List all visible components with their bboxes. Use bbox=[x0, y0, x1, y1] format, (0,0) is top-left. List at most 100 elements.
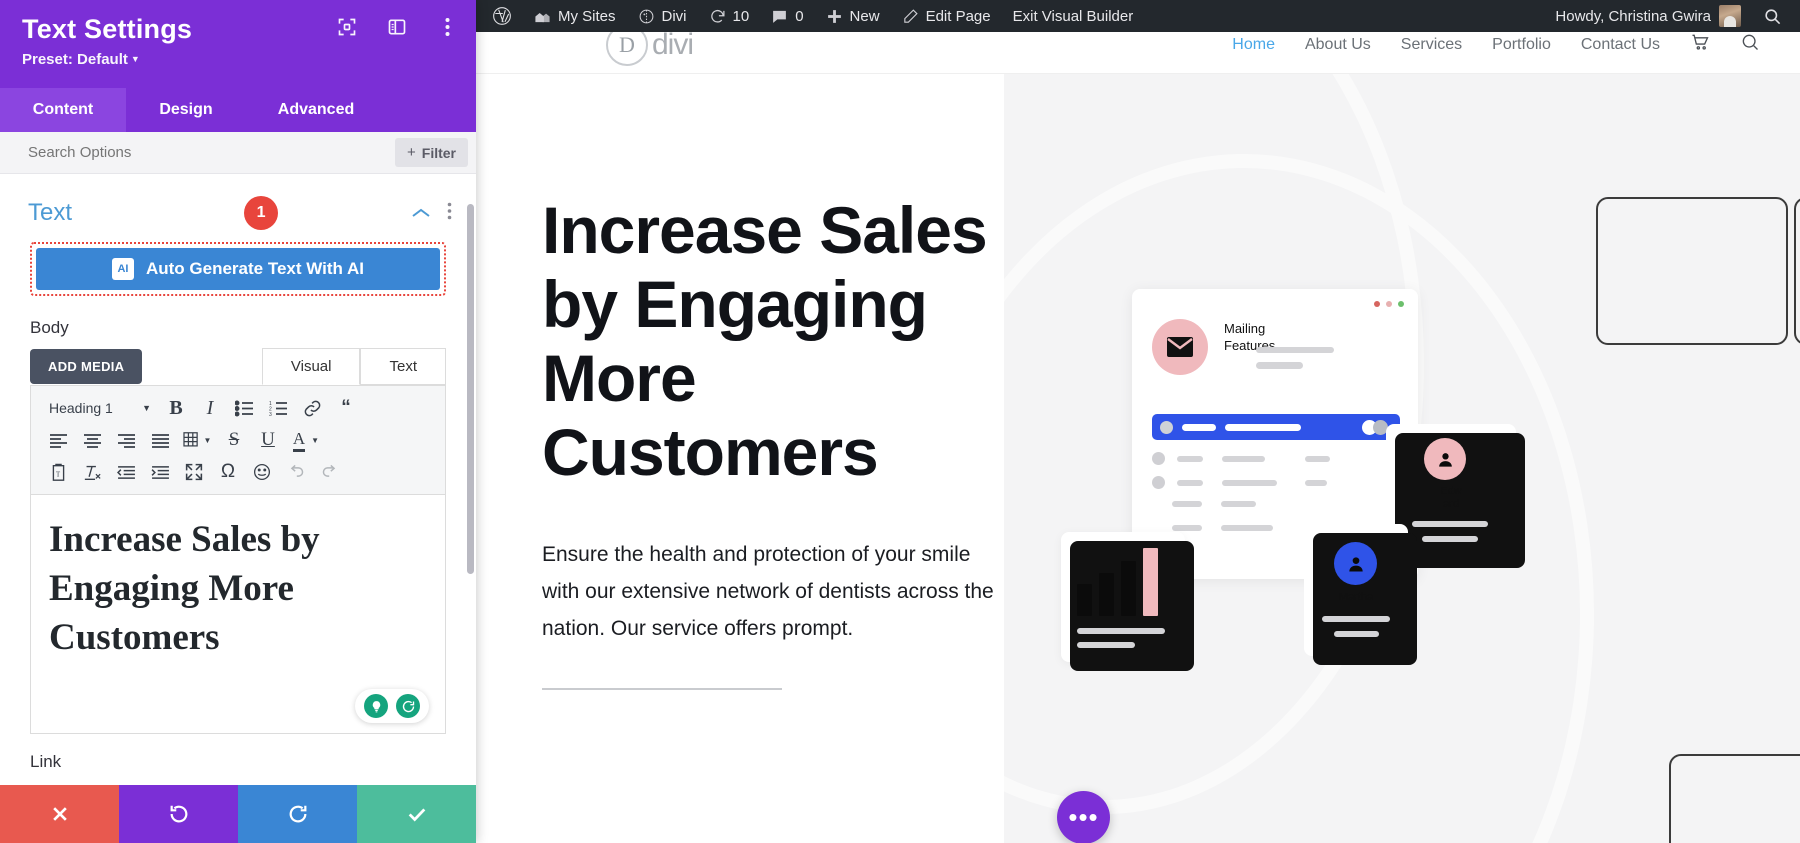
clear-formatting-icon[interactable] bbox=[75, 457, 109, 487]
chevron-down-icon: ▼ bbox=[131, 54, 140, 64]
toolbar-row-2: ▼ S U A ▼ bbox=[41, 424, 441, 456]
list-row bbox=[1152, 476, 1327, 489]
plus-icon: + bbox=[407, 144, 416, 161]
redo-icon[interactable] bbox=[313, 457, 347, 487]
admin-bar-exit-visual-builder[interactable]: Exit Visual Builder bbox=[1002, 0, 1145, 32]
nav-item-home[interactable]: Home bbox=[1232, 36, 1275, 54]
underline-icon[interactable]: U bbox=[251, 425, 285, 455]
window-dots bbox=[1374, 301, 1404, 307]
align-center-icon[interactable] bbox=[75, 425, 109, 455]
skeleton-line bbox=[1322, 616, 1390, 622]
skeleton-line bbox=[1077, 642, 1135, 648]
settings-tabs: Content Design Advanced bbox=[0, 88, 476, 132]
panel-layout-icon[interactable] bbox=[386, 16, 408, 38]
bulleted-list-icon[interactable] bbox=[227, 393, 261, 423]
admin-bar-divi[interactable]: Divi bbox=[627, 0, 698, 32]
search-icon[interactable] bbox=[1740, 32, 1760, 57]
nav-links: Home About Us Services Portfolio Contact… bbox=[1232, 32, 1760, 57]
cancel-button[interactable] bbox=[0, 785, 119, 843]
scrollbar[interactable] bbox=[467, 204, 474, 574]
auto-generate-text-with-ai-button[interactable]: AI Auto Generate Text With AI bbox=[36, 248, 440, 290]
fullscreen-icon[interactable] bbox=[177, 457, 211, 487]
undo-button[interactable] bbox=[119, 785, 238, 843]
bold-icon[interactable]: B bbox=[159, 393, 193, 423]
italic-icon[interactable]: I bbox=[193, 393, 227, 423]
align-left-icon[interactable] bbox=[41, 425, 75, 455]
rich-text-editor-content[interactable]: Increase Sales by Engaging More Customer… bbox=[30, 494, 446, 734]
paste-as-text-icon[interactable]: T bbox=[41, 457, 75, 487]
admin-bar-new-label: New bbox=[850, 8, 880, 25]
admin-bar-howdy-label: Howdy, Christina Gwira bbox=[1555, 8, 1711, 25]
outdent-icon[interactable] bbox=[109, 457, 143, 487]
tab-text[interactable]: Text bbox=[360, 348, 446, 385]
search-input[interactable] bbox=[28, 132, 395, 173]
redo-button[interactable] bbox=[238, 785, 357, 843]
logo-mark-icon: D bbox=[606, 32, 648, 66]
more-vertical-icon[interactable] bbox=[447, 202, 452, 225]
numbered-list-icon[interactable]: 123 bbox=[261, 393, 295, 423]
chevron-down-icon: ▼ bbox=[142, 403, 151, 413]
nav-item-portfolio[interactable]: Portfolio bbox=[1492, 36, 1551, 54]
add-media-button[interactable]: ADD MEDIA bbox=[30, 349, 142, 384]
table-icon[interactable]: ▼ bbox=[177, 425, 217, 455]
editor-heading-text: Increase Sales by Engaging More Customer… bbox=[49, 515, 427, 663]
grammarly-refresh-icon[interactable] bbox=[396, 694, 420, 718]
more-vertical-icon[interactable] bbox=[436, 16, 458, 38]
wordpress-logo-icon[interactable] bbox=[476, 0, 523, 32]
admin-bar-my-sites[interactable]: My Sites bbox=[523, 0, 627, 32]
ghost-box bbox=[1596, 197, 1788, 345]
admin-bar-right: Howdy, Christina Gwira bbox=[1544, 0, 1800, 32]
admin-bar-howdy[interactable]: Howdy, Christina Gwira bbox=[1544, 0, 1752, 32]
admin-bar-updates[interactable]: 10 bbox=[698, 0, 761, 32]
admin-bar-comments[interactable]: 0 bbox=[760, 0, 814, 32]
list-row bbox=[1172, 525, 1273, 531]
svg-text:3: 3 bbox=[269, 412, 272, 417]
format-select[interactable]: Heading 1 ▼ bbox=[41, 394, 159, 422]
toolbar-row-3: T Ω bbox=[41, 456, 441, 488]
nav-item-about-us[interactable]: About Us bbox=[1305, 36, 1371, 54]
indent-icon[interactable] bbox=[143, 457, 177, 487]
chevron-up-icon[interactable] bbox=[411, 203, 431, 224]
cart-icon[interactable] bbox=[1690, 32, 1710, 57]
align-justify-icon[interactable] bbox=[143, 425, 177, 455]
site-preview: D divi Home About Us Services Portfolio … bbox=[476, 32, 1800, 843]
undo-icon[interactable] bbox=[279, 457, 313, 487]
highlighted-row bbox=[1152, 414, 1400, 440]
filter-button[interactable]: + Filter bbox=[395, 138, 468, 167]
admin-bar-divi-label: Divi bbox=[662, 8, 687, 25]
floating-action-button[interactable]: ••• bbox=[1057, 791, 1110, 843]
save-button[interactable] bbox=[357, 785, 476, 843]
search-icon[interactable] bbox=[1752, 0, 1800, 32]
admin-bar-edit-page-label: Edit Page bbox=[926, 8, 991, 25]
admin-bar-edit-page[interactable]: Edit Page bbox=[891, 0, 1002, 32]
hero-illustration: MailingFeatures bbox=[1004, 74, 1800, 843]
emoji-icon[interactable] bbox=[245, 457, 279, 487]
special-character-icon[interactable]: Ω bbox=[211, 457, 245, 487]
site-logo[interactable]: D divi bbox=[606, 32, 693, 74]
tab-content[interactable]: Content bbox=[0, 88, 126, 132]
admin-bar-new[interactable]: New bbox=[815, 0, 891, 32]
nav-item-services[interactable]: Services bbox=[1401, 36, 1462, 54]
admin-bar-my-sites-label: My Sites bbox=[558, 8, 616, 25]
link-icon[interactable] bbox=[295, 393, 329, 423]
text-color-icon[interactable]: A ▼ bbox=[285, 425, 327, 455]
tab-visual[interactable]: Visual bbox=[262, 348, 361, 385]
settings-panel-footer bbox=[0, 785, 476, 843]
status-badge: 1 bbox=[244, 196, 278, 230]
wordpress-admin-bar: My Sites Divi 10 0 New Edit Page Exit Vi… bbox=[476, 0, 1800, 32]
lightbulb-icon[interactable] bbox=[364, 694, 388, 718]
filter-button-label: Filter bbox=[422, 145, 456, 161]
chart-bar bbox=[1099, 573, 1114, 616]
divi-visual-builder-screen: D divi Home About Us Services Portfolio … bbox=[0, 0, 1800, 843]
preset-selector[interactable]: Preset: Default▼ bbox=[22, 51, 454, 68]
tab-advanced[interactable]: Advanced bbox=[246, 88, 386, 132]
tab-design[interactable]: Design bbox=[126, 88, 246, 132]
align-right-icon[interactable] bbox=[109, 425, 143, 455]
editor-mode-tabs: Visual Text bbox=[262, 348, 446, 385]
chart-bar bbox=[1121, 561, 1136, 616]
fullscreen-icon[interactable] bbox=[336, 16, 358, 38]
nav-item-contact-us[interactable]: Contact Us bbox=[1581, 36, 1660, 54]
blockquote-icon[interactable]: “ bbox=[329, 393, 363, 423]
strikethrough-icon[interactable]: S bbox=[217, 425, 251, 455]
search-bar: + Filter bbox=[0, 132, 476, 174]
